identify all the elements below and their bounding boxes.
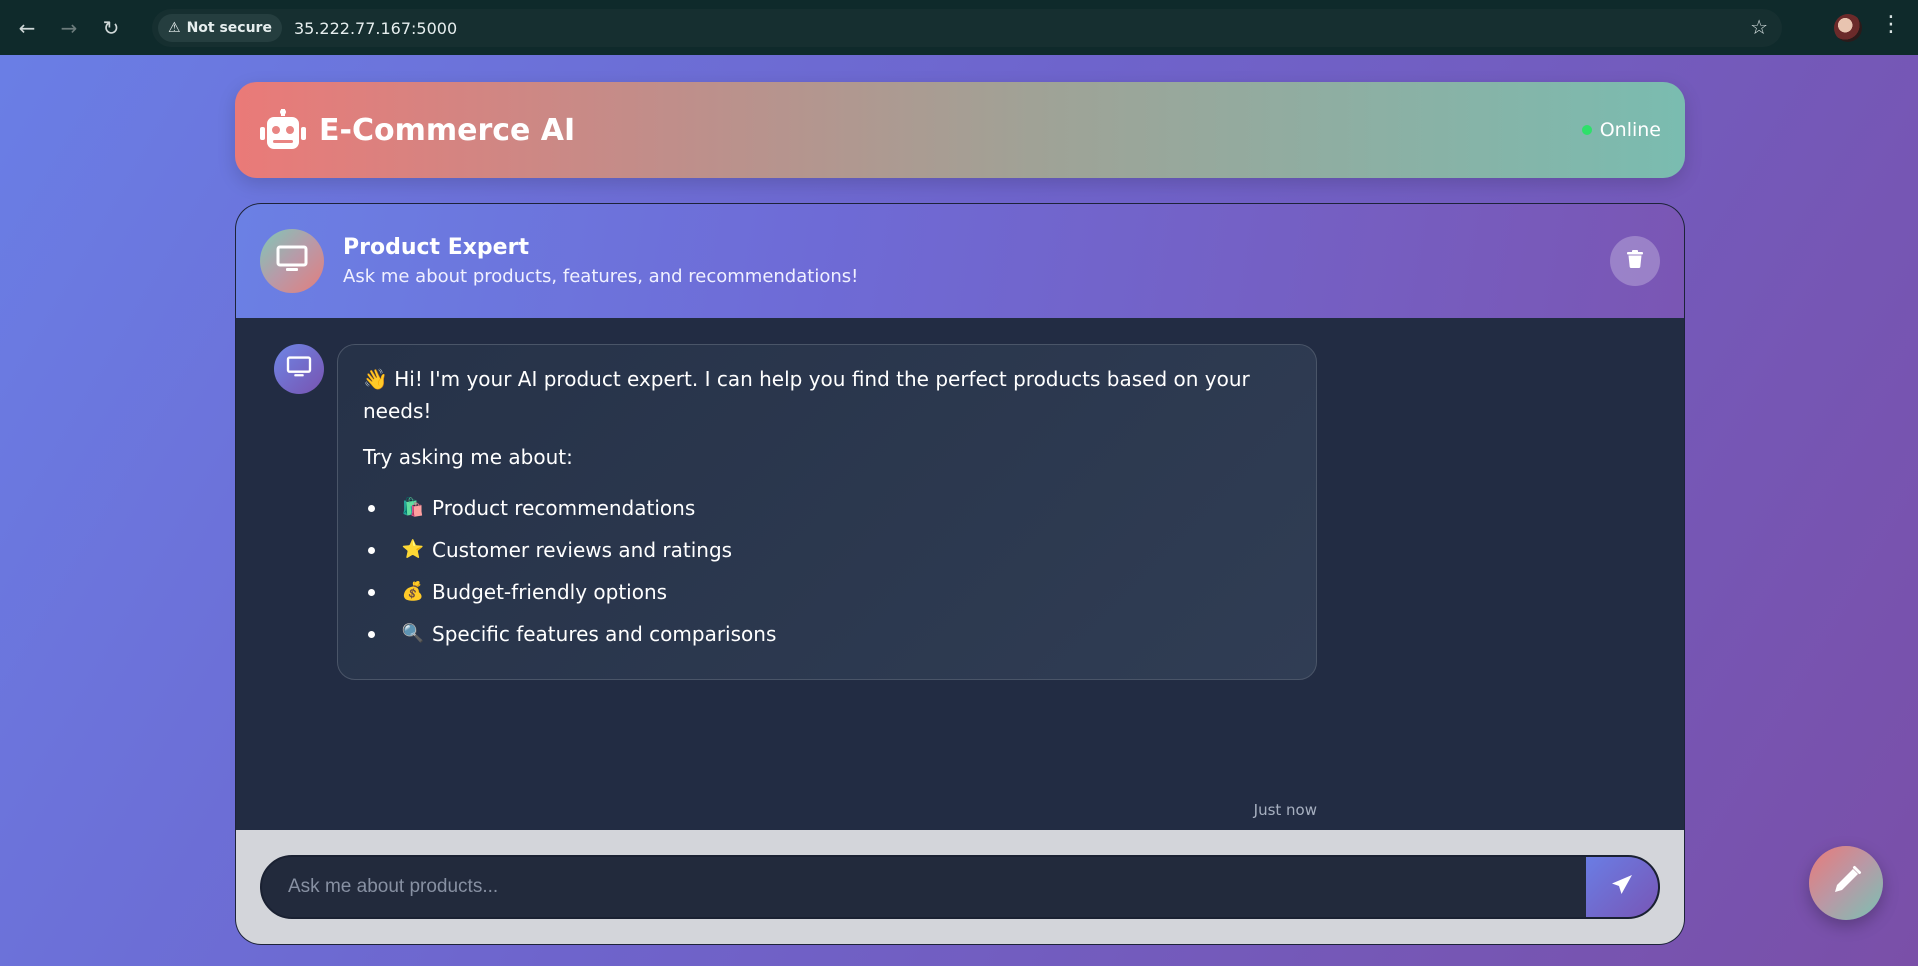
message-timestamp: Just now (1253, 801, 1317, 819)
status-indicator: Online (1581, 119, 1661, 141)
forward-icon[interactable]: → (54, 13, 84, 43)
list-item: 💰 Budget-friendly options (363, 571, 1291, 613)
chat-panel: Product Expert Ask me about products, fe… (235, 203, 1685, 945)
monitor-icon (286, 356, 312, 382)
suggestion-list: 🛍️ Product recommendations ⭐ Customer re… (363, 487, 1291, 655)
app-header: E-Commerce AI Online (235, 82, 1685, 178)
message-input[interactable] (262, 857, 1586, 917)
pencil-icon (1829, 864, 1863, 902)
suggestion-text: Specific features and comparisons (432, 622, 777, 646)
edit-fab-button[interactable] (1809, 846, 1883, 920)
message-composer (260, 855, 1660, 919)
address-bar[interactable]: ⚠ Not secure 35.222.77.167:5000 ☆ (152, 9, 1782, 47)
bot-message-bubble: 👋 Hi! I'm your AI product expert. I can … (337, 344, 1317, 680)
list-item: ⭐ Customer reviews and ratings (363, 529, 1291, 571)
back-icon[interactable]: ← (12, 13, 42, 43)
agent-name: Product Expert (343, 235, 529, 260)
url-text: 35.222.77.167:5000 (293, 18, 458, 38)
monitor-icon (276, 245, 308, 277)
clear-chat-button[interactable] (1610, 236, 1660, 286)
trash-icon (1627, 250, 1643, 272)
paper-plane-icon (1611, 874, 1633, 900)
browser-toolbar: ← → ↻ ⚠ Not secure 35.222.77.167:5000 ☆ … (0, 0, 1918, 55)
star-icon: ⭐ (401, 539, 425, 560)
robot-icon (259, 106, 307, 154)
suggestion-text: Product recommendations (432, 496, 696, 520)
message-prompt: Try asking me about: (363, 445, 573, 469)
magnifier-icon: 🔍 (401, 623, 425, 644)
suggestion-text: Budget-friendly options (432, 580, 668, 604)
app-title: E-Commerce AI (319, 112, 576, 148)
security-label: Not secure (186, 20, 272, 36)
message-list: 👋 Hi! I'm your AI product expert. I can … (236, 318, 1684, 832)
shopping-bag-icon: 🛍️ (401, 497, 425, 518)
suggestion-text: Customer reviews and ratings (432, 538, 733, 562)
reload-icon[interactable]: ↻ (96, 13, 126, 43)
wave-emoji: 👋 (363, 367, 388, 391)
security-indicator[interactable]: ⚠ Not secure (158, 14, 282, 42)
intro-text: Hi! I'm your AI product expert. I can he… (363, 367, 1250, 423)
list-item: 🛍️ Product recommendations (363, 487, 1291, 529)
bookmark-star-icon[interactable]: ☆ (1750, 15, 1768, 39)
browser-menu-icon[interactable]: ⋮ (1880, 12, 1902, 37)
send-button[interactable] (1586, 857, 1658, 917)
profile-avatar[interactable] (1834, 14, 1862, 42)
status-label: Online (1599, 119, 1661, 141)
list-item: 🔍 Specific features and comparisons (363, 613, 1291, 655)
bot-avatar (274, 344, 324, 394)
online-dot-icon (1581, 125, 1592, 135)
money-bag-icon: 💰 (401, 581, 425, 602)
agent-avatar (260, 229, 324, 293)
chat-header: Product Expert Ask me about products, fe… (236, 204, 1684, 318)
input-bar (236, 830, 1684, 944)
agent-description: Ask me about products, features, and rec… (343, 266, 859, 287)
warning-icon: ⚠ (168, 20, 181, 36)
message-intro: 👋 Hi! I'm your AI product expert. I can … (363, 363, 1291, 427)
